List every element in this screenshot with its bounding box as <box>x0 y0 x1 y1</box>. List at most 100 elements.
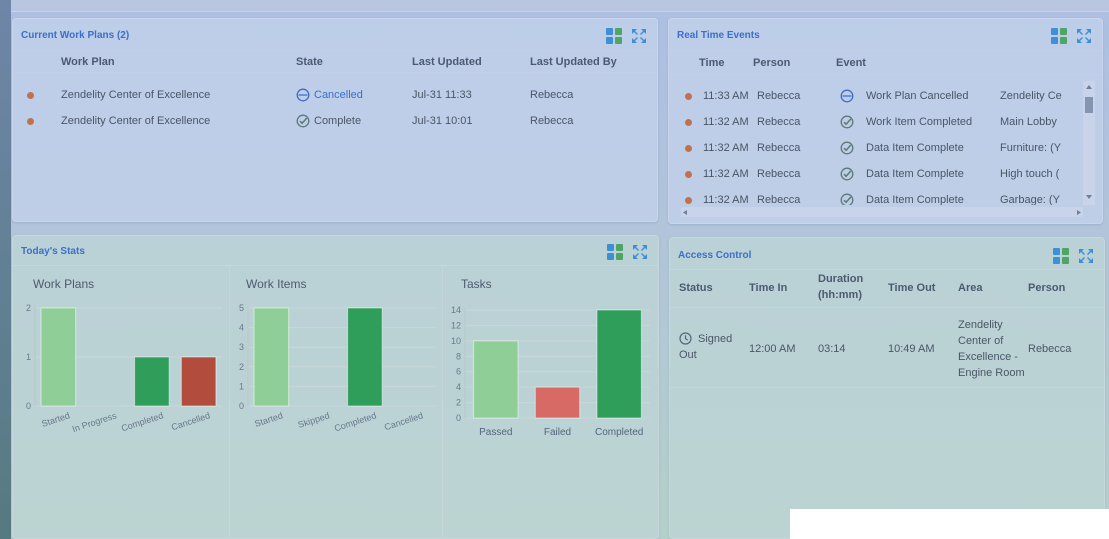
horizontal-scrollbar[interactable] <box>681 207 1083 217</box>
layout-grid-icon[interactable] <box>1051 28 1067 44</box>
list-item[interactable]: 11:32 AM Rebecca Data Item Complete Garb… <box>669 191 1081 205</box>
area-line: Zendelity <box>958 319 1003 331</box>
y-tick-label: 12 <box>451 320 461 330</box>
stats-header: Today's Stats <box>13 236 658 266</box>
last-updated-cell: Jul-31 11:33 <box>412 89 472 101</box>
state-label[interactable]: Cancelled <box>314 89 363 101</box>
status-dot <box>685 93 692 100</box>
table-row[interactable]: Signed Out 12:00 AM 03:14 10:49 AM Zende… <box>670 316 1104 388</box>
event-name: Work Item Completed <box>866 116 973 128</box>
expand-icon[interactable] <box>632 244 648 260</box>
col-time-in[interactable]: Time In <box>749 282 787 294</box>
work-plans-panel: Current Work Plans (2) Work Plan State L… <box>12 18 658 222</box>
col-last-updated-by[interactable]: Last Updated By <box>530 56 617 68</box>
list-item[interactable]: 11:32 AM Rebecca Data Item Complete High… <box>669 165 1081 185</box>
person-cell: Rebecca <box>1028 343 1072 355</box>
layout-grid-icon[interactable] <box>1053 248 1069 264</box>
col-work-plan[interactable]: Work Plan <box>61 56 115 68</box>
list-item[interactable]: 11:32 AM Rebecca Data Item Complete Furn… <box>669 139 1081 159</box>
check-circle-icon <box>840 115 854 129</box>
event-time: 11:33 AM <box>703 90 749 102</box>
cancel-circle-icon <box>296 88 310 102</box>
col-event[interactable]: Event <box>836 57 866 69</box>
x-tick-label: Started <box>253 410 284 428</box>
bar-started <box>40 307 77 407</box>
chart-title: Work Plans <box>33 277 95 291</box>
x-tick-label: Completed <box>333 410 377 433</box>
col-duration-unit: (hh:mm) <box>818 289 862 301</box>
x-tick-label: Cancelled <box>383 410 424 432</box>
chart-title: Work Items <box>246 277 307 291</box>
list-item[interactable]: 11:33 AM Rebecca Work Plan Cancelled Zen… <box>669 87 1081 107</box>
updated-by-cell: Rebecca <box>530 115 574 127</box>
col-time[interactable]: Time <box>699 57 724 69</box>
y-tick-label: 4 <box>239 323 244 333</box>
bar-cancelled <box>180 356 217 407</box>
cancel-circle-icon <box>840 89 854 103</box>
check-circle-icon <box>840 193 854 205</box>
scroll-down-arrow-icon[interactable] <box>1086 195 1092 199</box>
events-header: Real Time Events <box>669 19 1102 51</box>
updated-by-cell: Rebecca <box>530 89 574 101</box>
work-plans-table: Work Plan State Last Updated Last Update… <box>13 51 657 221</box>
x-tick-label: Completed <box>120 410 164 433</box>
event-time: 11:32 AM <box>703 168 749 180</box>
y-tick-label: 0 <box>456 413 461 423</box>
col-state[interactable]: State <box>296 56 323 68</box>
status-dot <box>685 197 692 204</box>
scroll-up-arrow-icon[interactable] <box>1086 85 1092 89</box>
work-plans-chart-svg: 0 1 2 Started In Progress Completed Cancelled <box>26 303 222 434</box>
expand-icon[interactable] <box>631 28 647 44</box>
state-label: Complete <box>314 114 362 127</box>
event-person: Rebecca <box>757 116 801 128</box>
vertical-scrollbar[interactable] <box>1083 81 1095 205</box>
work-plans-title: Current Work Plans (2) <box>21 30 130 41</box>
table-row[interactable]: Zendelity Center of Excellence Complete … <box>13 111 657 133</box>
check-circle-icon <box>840 141 854 155</box>
col-duration[interactable]: Duration <box>818 273 863 285</box>
col-area[interactable]: Area <box>958 282 982 294</box>
event-detail: Garbage: (Y <box>1000 194 1060 205</box>
col-person[interactable]: Person <box>753 57 790 69</box>
table-row[interactable]: Zendelity Center of Excellence Cancelled… <box>13 85 657 107</box>
work-plan-name: Zendelity Center of Excellence <box>61 115 211 127</box>
area-line: Center of <box>958 335 1004 347</box>
x-tick-label: Started <box>40 410 71 428</box>
scroll-right-arrow-icon[interactable] <box>1077 210 1081 215</box>
col-time-out[interactable]: Time Out <box>888 282 935 294</box>
col-status[interactable]: Status <box>679 282 713 294</box>
x-tick-label: Passed <box>479 427 512 438</box>
x-tick-label: In Progress <box>71 410 118 434</box>
events-title: Real Time Events <box>677 30 760 41</box>
bar-failed <box>534 386 581 419</box>
col-last-updated[interactable]: Last Updated <box>412 56 482 68</box>
col-person[interactable]: Person <box>1028 282 1065 294</box>
event-detail: High touch ( <box>1000 168 1060 180</box>
scroll-left-arrow-icon[interactable] <box>683 210 687 215</box>
stats-panel: Today's Stats Work Plans 0 1 2 Started In Pr… <box>12 235 659 539</box>
work-items-chart-svg: 0 1 2 3 4 5 Started Skipped Completed Cancelled <box>239 303 435 433</box>
scrollbar-thumb[interactable] <box>1085 97 1093 113</box>
expand-icon[interactable] <box>1076 28 1092 44</box>
top-strip <box>11 0 1109 12</box>
event-name: Data Item Complete <box>866 168 964 180</box>
event-time: 11:32 AM <box>703 116 749 128</box>
access-header: Access Control <box>670 238 1104 270</box>
status-line-2: Out <box>679 349 697 361</box>
x-tick-label: Skipped <box>297 410 331 430</box>
y-tick-label: 1 <box>239 381 244 391</box>
event-name: Data Item Complete <box>866 142 964 154</box>
list-item[interactable]: 11:32 AM Rebecca Work Item Completed Mai… <box>669 113 1081 133</box>
expand-icon[interactable] <box>1078 248 1094 264</box>
bar-completed <box>347 307 383 407</box>
layout-grid-icon[interactable] <box>607 244 623 260</box>
events-list[interactable]: 11:33 AM Rebecca Work Plan Cancelled Zen… <box>669 79 1081 205</box>
layout-grid-icon[interactable] <box>606 28 622 44</box>
event-time: 11:32 AM <box>703 142 749 154</box>
state-cell: Cancelled <box>296 88 363 102</box>
event-person: Rebecca <box>757 142 801 154</box>
bar-completed <box>596 309 642 419</box>
y-tick-label: 8 <box>456 351 461 361</box>
access-column-header: Status Time In Duration (hh:mm) Time Out… <box>670 270 1104 308</box>
left-rail <box>0 0 11 539</box>
